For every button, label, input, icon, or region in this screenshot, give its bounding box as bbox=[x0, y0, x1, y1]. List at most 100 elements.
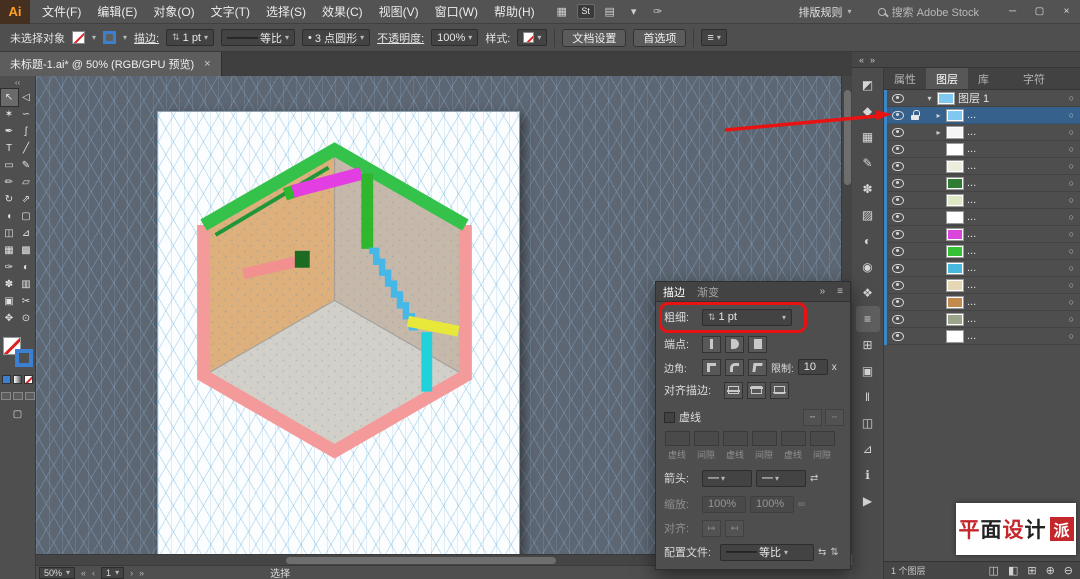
layer-name[interactable]: ... bbox=[967, 228, 1066, 240]
target-circle-icon[interactable]: ○ bbox=[1069, 110, 1074, 120]
column-graph-tool[interactable]: ▥ bbox=[18, 276, 35, 293]
lock-toggle[interactable] bbox=[908, 110, 922, 120]
artboard[interactable] bbox=[157, 111, 520, 559]
gradient-tool[interactable]: ▩ bbox=[18, 242, 35, 259]
touch-workspace-icon[interactable]: ✑ bbox=[649, 5, 667, 18]
target-circle-icon[interactable]: ○ bbox=[1069, 144, 1074, 154]
target-circle-icon[interactable]: ○ bbox=[1069, 161, 1074, 171]
profile-dropdown[interactable]: ——— 等比 ▾ bbox=[720, 543, 814, 561]
weight-dropdown[interactable]: ⇅ 1 pt ▾ bbox=[702, 308, 792, 326]
magic-wand-tool[interactable]: ✶ bbox=[1, 106, 18, 123]
visibility-toggle[interactable] bbox=[891, 314, 905, 324]
scale-start-field[interactable]: 100% bbox=[702, 495, 746, 513]
blend-tool[interactable]: ◐ bbox=[18, 259, 35, 276]
layer-name[interactable]: ... bbox=[967, 211, 1066, 223]
maximize-button[interactable]: ▢ bbox=[1026, 0, 1053, 24]
stock-search[interactable]: 搜索 Adobe Stock bbox=[877, 4, 979, 20]
layer-name[interactable]: ... bbox=[967, 330, 1066, 342]
layer-name[interactable]: 图层 1 bbox=[958, 90, 1066, 106]
layer-row[interactable]: ▸ ... ○ bbox=[887, 124, 1080, 141]
menu-item[interactable]: 窗口(W) bbox=[427, 0, 486, 24]
shape-builder-tool[interactable]: ◫ bbox=[1, 225, 18, 242]
layer-name[interactable]: ... bbox=[967, 109, 1066, 121]
document-tab[interactable]: 未标题-1.ai* @ 50% (RGB/GPU 预览) × bbox=[0, 52, 222, 76]
link-scale-icon[interactable]: ∞ bbox=[798, 499, 805, 510]
close-button[interactable]: × bbox=[1053, 0, 1080, 24]
layer-row[interactable]: ... ○ bbox=[887, 158, 1080, 175]
brushes-panel-icon[interactable]: ✎ bbox=[856, 150, 880, 176]
projecting-cap-button[interactable] bbox=[748, 335, 767, 353]
target-circle-icon[interactable]: ○ bbox=[1069, 229, 1074, 239]
flip-across-icon[interactable]: ⇅ bbox=[830, 547, 838, 558]
collapse-panels-icon[interactable]: « bbox=[859, 55, 864, 65]
round-cap-button[interactable] bbox=[725, 335, 744, 353]
stock-badge[interactable]: St bbox=[576, 4, 595, 19]
align-dash-button[interactable]: ╌ bbox=[825, 408, 844, 426]
align-arrow-tip-button[interactable]: ↦ bbox=[702, 519, 721, 537]
stroke-swatch[interactable] bbox=[103, 31, 117, 44]
zoom-dropdown[interactable]: 50% ▾ bbox=[39, 566, 76, 579]
align-inside-button[interactable] bbox=[747, 381, 766, 399]
dashed-line-checkbox[interactable] bbox=[664, 411, 675, 423]
menu-item[interactable]: 文件(F) bbox=[34, 0, 89, 24]
swatches-panel-icon[interactable]: ▦ bbox=[856, 124, 880, 150]
visibility-toggle[interactable] bbox=[891, 212, 905, 222]
preferences-button[interactable]: 首选项 bbox=[633, 28, 687, 47]
layer-row[interactable]: ... ○ bbox=[887, 226, 1080, 243]
panel-collapse-icon[interactable]: » bbox=[820, 286, 826, 297]
pen-tool[interactable]: ✒ bbox=[1, 123, 18, 140]
brush-definition-dropdown[interactable]: • 3 点圆形 ▾ bbox=[302, 29, 371, 46]
symbol-sprayer-tool[interactable]: ✽ bbox=[1, 276, 18, 293]
dash-input[interactable] bbox=[751, 431, 777, 446]
pathfinder-panel-icon[interactable]: ◫ bbox=[856, 410, 880, 436]
layer-row[interactable]: ... ○ bbox=[887, 311, 1080, 328]
layer-name[interactable]: ... bbox=[967, 245, 1066, 257]
minimize-button[interactable]: ─ bbox=[999, 0, 1026, 24]
mesh-tool[interactable]: ▦ bbox=[1, 242, 18, 259]
workspace-caret-icon[interactable]: ▾ bbox=[625, 5, 643, 18]
first-artboard-icon[interactable]: « bbox=[81, 568, 86, 578]
rectangle-tool[interactable]: ▭ bbox=[1, 157, 18, 174]
direct-selection-tool[interactable]: ◁ bbox=[18, 89, 35, 106]
layer-name[interactable]: ... bbox=[967, 296, 1066, 308]
bevel-join-button[interactable] bbox=[748, 358, 767, 376]
visibility-toggle[interactable] bbox=[891, 263, 905, 273]
curvature-tool[interactable]: ʃ bbox=[18, 123, 35, 140]
stroke-link-label[interactable]: 描边: bbox=[134, 30, 159, 46]
align-center-button[interactable] bbox=[724, 381, 743, 399]
panel-tab[interactable]: 图层 bbox=[926, 68, 968, 89]
target-circle-icon[interactable]: ○ bbox=[1069, 127, 1074, 137]
visibility-toggle[interactable] bbox=[891, 280, 905, 290]
expand-chevron-icon[interactable]: ▾ bbox=[925, 94, 934, 103]
eyedropper-tool[interactable]: ✑ bbox=[1, 259, 18, 276]
target-circle-icon[interactable]: ○ bbox=[1069, 212, 1074, 222]
transparency-panel-icon[interactable]: ◐ bbox=[856, 228, 880, 254]
appearance-panel-icon[interactable]: ◉ bbox=[856, 254, 880, 280]
color-guide-panel-icon[interactable]: ◆ bbox=[856, 98, 880, 124]
color-mode-button[interactable] bbox=[2, 375, 11, 384]
layer-row[interactable]: ... ○ bbox=[887, 141, 1080, 158]
document-setup-button[interactable]: 文档设置 bbox=[562, 28, 627, 47]
width-profile-dropdown[interactable]: ——— 等比 ▾ bbox=[221, 29, 296, 46]
new-layer-icon[interactable]: ⊕ bbox=[1046, 564, 1055, 577]
expand-chevron-icon[interactable]: ▸ bbox=[934, 111, 943, 120]
menu-item[interactable]: 对象(O) bbox=[145, 0, 202, 24]
line-segment-tool[interactable]: ╱ bbox=[18, 140, 35, 157]
arrow-end-dropdown[interactable]: — ▾ bbox=[756, 469, 806, 487]
expand-panels-icon[interactable]: » bbox=[870, 55, 875, 65]
toolbar-collapse-icon[interactable]: ‹‹ bbox=[15, 76, 20, 89]
tab-stroke[interactable]: 描边 bbox=[663, 284, 685, 300]
layer-row[interactable]: ... ○ bbox=[887, 277, 1080, 294]
target-circle-icon[interactable]: ○ bbox=[1069, 280, 1074, 290]
hand-tool[interactable]: ✥ bbox=[1, 310, 18, 327]
visibility-toggle[interactable] bbox=[891, 110, 905, 120]
layer-name[interactable]: ... bbox=[967, 160, 1066, 172]
layer-row[interactable]: ... ○ bbox=[887, 175, 1080, 192]
workspace-switcher-icon[interactable]: ▤ bbox=[601, 5, 619, 18]
dash-input[interactable] bbox=[722, 431, 748, 446]
layer-row[interactable]: ... ○ bbox=[887, 260, 1080, 277]
draw-normal-button[interactable] bbox=[0, 392, 11, 400]
type-tool[interactable]: T bbox=[1, 140, 18, 157]
selection-tool[interactable]: ↖ bbox=[0, 88, 19, 107]
target-circle-icon[interactable]: ○ bbox=[1069, 331, 1074, 341]
